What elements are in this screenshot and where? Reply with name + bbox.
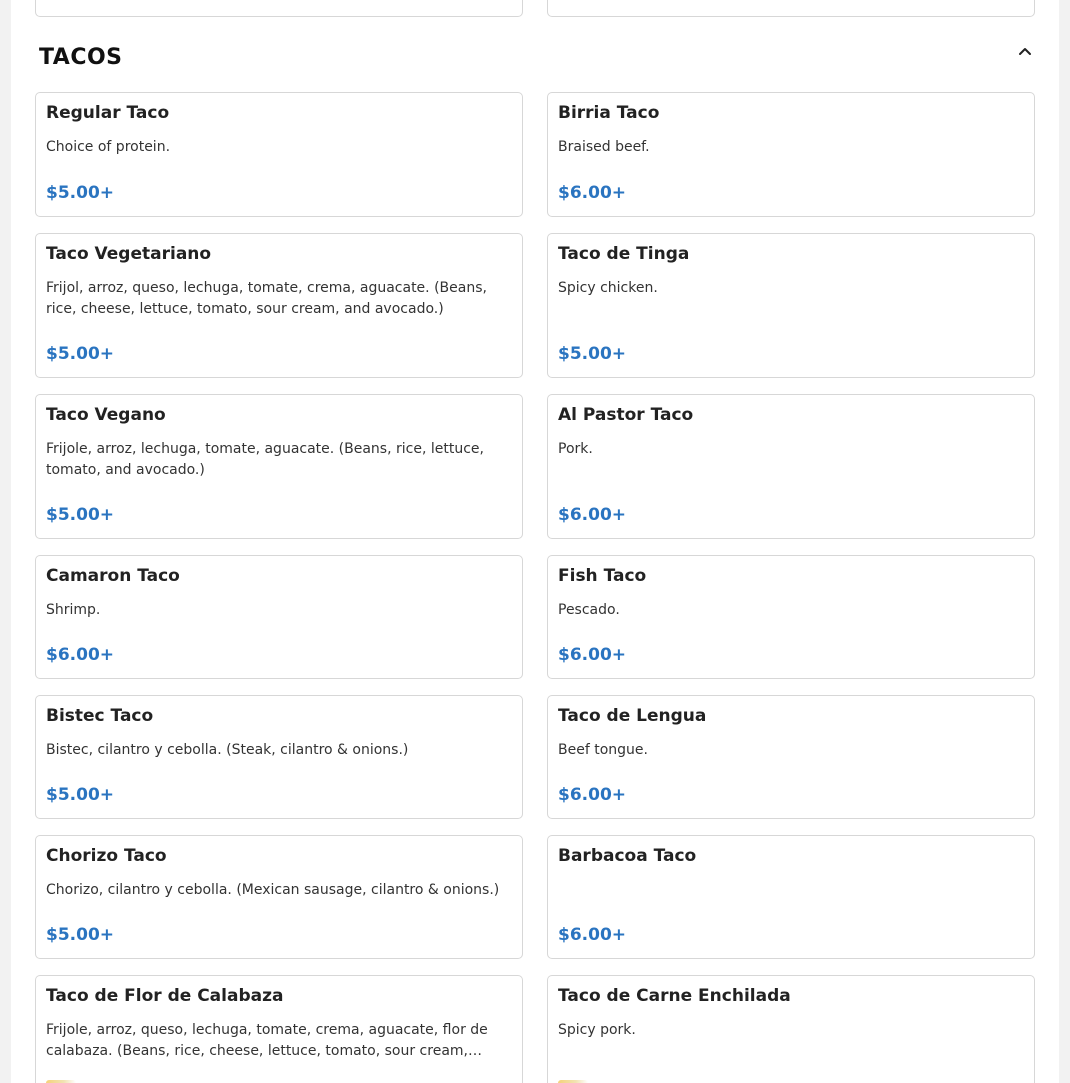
item-description: Frijole, arroz, queso, lechuga, tomate, … bbox=[46, 1022, 488, 1059]
section-title: TACOS bbox=[39, 45, 123, 70]
item-description: Frijol, arroz, queso, lechuga, tomate, c… bbox=[46, 280, 487, 317]
item-price: $6.00+ bbox=[558, 183, 627, 203]
item-description: Beef tongue. bbox=[558, 742, 648, 758]
menu-item-card[interactable]: Regular Taco Choice of protein. $5.00+ bbox=[35, 92, 523, 217]
menu-item-card[interactable]: Taco Vegano Frijole, arroz, lechuga, tom… bbox=[35, 394, 523, 539]
item-price: $6.00+ bbox=[558, 505, 627, 525]
item-name: Birria Taco bbox=[558, 103, 660, 123]
item-price: $5.00+ bbox=[46, 925, 115, 945]
item-name: Chorizo Taco bbox=[46, 846, 167, 866]
item-price: $5.00+ bbox=[46, 183, 115, 203]
item-price: $5.00+ bbox=[46, 505, 115, 525]
item-description: Spicy chicken. bbox=[558, 280, 658, 296]
item-name: Al Pastor Taco bbox=[558, 405, 694, 425]
item-price: $5.00+ bbox=[558, 344, 627, 364]
item-name: Camaron Taco bbox=[46, 566, 180, 586]
menu-item-card[interactable]: Camaron Taco Shrimp. $6.00+ bbox=[35, 555, 523, 679]
item-description: Pescado. bbox=[558, 602, 620, 618]
menu-item-card[interactable]: Taco de Lengua Beef tongue. $6.00+ bbox=[547, 695, 1035, 819]
item-price: $6.00+ bbox=[46, 645, 115, 665]
item-description: Braised beef. bbox=[558, 139, 650, 155]
previous-item-card-left[interactable] bbox=[35, 0, 523, 17]
menu-item-card[interactable]: Fish Taco Pescado. $6.00+ bbox=[547, 555, 1035, 679]
chevron-up-icon bbox=[1019, 48, 1031, 55]
item-price: $6.00+ bbox=[558, 925, 627, 945]
menu-panel: TACOS Regular Taco Choice of protein. $5… bbox=[11, 0, 1059, 1083]
item-name: Taco de Carne Enchilada bbox=[558, 986, 791, 1006]
item-price: $5.00+ bbox=[46, 344, 115, 364]
item-description: Chorizo, cilantro y cebolla. (Mexican sa… bbox=[46, 882, 500, 898]
item-name: Taco Vegetariano bbox=[46, 244, 212, 264]
item-description: Frijole, arroz, lechuga, tomate, aguacat… bbox=[46, 441, 484, 478]
menu-item-card[interactable]: Bistec Taco Bistec, cilantro y cebolla. … bbox=[35, 695, 523, 819]
item-price: $6.00+ bbox=[558, 645, 627, 665]
item-name: Bistec Taco bbox=[46, 706, 154, 726]
item-description: Spicy pork. bbox=[558, 1022, 636, 1038]
item-name: Fish Taco bbox=[558, 566, 647, 586]
item-price: $6.00+ bbox=[558, 785, 627, 805]
item-description: Choice of protein. bbox=[46, 139, 171, 155]
menu-item-card[interactable]: Taco de Flor de Calabaza Frijole, arroz,… bbox=[35, 975, 523, 1083]
item-description: Bistec, cilantro y cebolla. (Steak, cila… bbox=[46, 742, 409, 758]
menu-item-card[interactable]: Al Pastor Taco Pork. $6.00+ bbox=[547, 394, 1035, 539]
menu-item-card[interactable]: Taco Vegetariano Frijol, arroz, queso, l… bbox=[35, 233, 523, 378]
item-name: Taco de Tinga bbox=[558, 244, 690, 264]
item-name: Regular Taco bbox=[46, 103, 170, 123]
menu-item-card[interactable]: Birria Taco Braised beef. $6.00+ bbox=[547, 92, 1035, 217]
item-name: Taco de Lengua bbox=[558, 706, 707, 726]
item-description: Shrimp. bbox=[46, 602, 101, 618]
previous-item-card-right[interactable] bbox=[547, 0, 1035, 17]
item-name: Taco Vegano bbox=[46, 405, 166, 425]
menu-item-card[interactable]: Taco de Tinga Spicy chicken. $5.00+ bbox=[547, 233, 1035, 378]
collapse-section-button[interactable] bbox=[1014, 40, 1036, 62]
item-name: Barbacoa Taco bbox=[558, 846, 697, 866]
menu-item-card[interactable]: Chorizo Taco Chorizo, cilantro y cebolla… bbox=[35, 835, 523, 959]
item-description: Pork. bbox=[558, 441, 593, 457]
item-name: Taco de Flor de Calabaza bbox=[46, 986, 284, 1006]
item-price: $5.00+ bbox=[46, 785, 115, 805]
menu-item-card[interactable]: Barbacoa Taco $6.00+ bbox=[547, 835, 1035, 959]
menu-item-card[interactable]: Taco de Carne Enchilada Spicy pork. bbox=[547, 975, 1035, 1083]
